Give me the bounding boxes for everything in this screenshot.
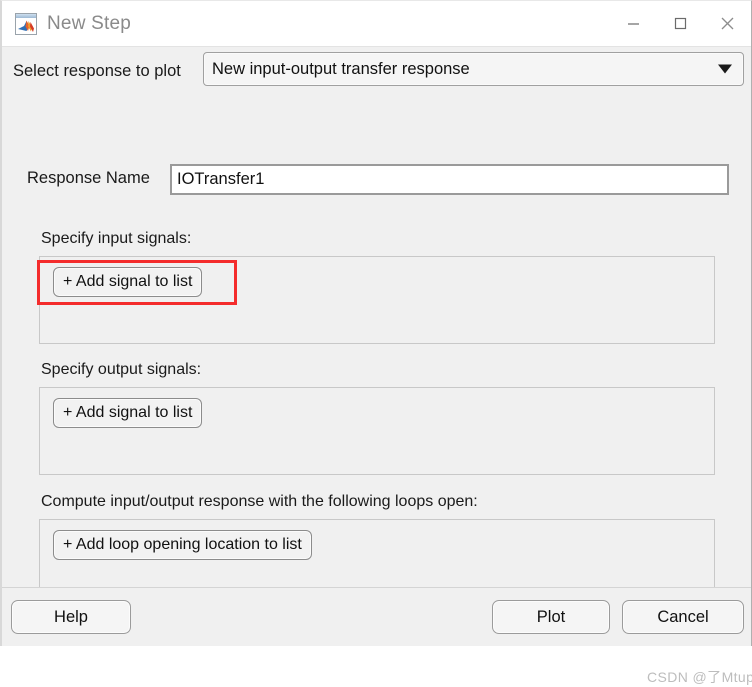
add-input-signal-button[interactable]: + Add signal to list — [53, 267, 203, 297]
cancel-button[interactable]: Cancel — [622, 600, 744, 634]
input-signals-label: Specify input signals: — [41, 230, 192, 247]
watermark: CSDN @了Mtup — [647, 669, 752, 685]
chevron-down-icon — [718, 64, 732, 74]
maximize-icon[interactable] — [657, 1, 704, 46]
response-name-value: IOTransfer1 — [177, 170, 265, 188]
close-icon[interactable] — [704, 1, 751, 46]
output-signals-label: Specify output signals: — [41, 361, 202, 378]
plot-button[interactable]: Plot — [492, 600, 610, 634]
add-output-signal-button[interactable]: + Add signal to list — [53, 398, 203, 428]
new-step-dialog: New Step Select response to plot New inp… — [0, 0, 752, 685]
minimize-icon[interactable] — [610, 1, 657, 46]
input-signals-list[interactable]: + Add signal to list — [39, 256, 715, 344]
help-button[interactable]: Help — [11, 600, 131, 634]
output-signals-list[interactable]: + Add signal to list — [39, 387, 715, 475]
title-bar: New Step — [2, 1, 751, 47]
select-response-label: Select response to plot — [13, 61, 181, 80]
matlab-logo-icon — [15, 12, 37, 35]
window-title: New Step — [47, 12, 131, 34]
window-controls — [610, 1, 751, 46]
response-type-value: New input-output transfer response — [212, 59, 470, 78]
add-loop-opening-button[interactable]: + Add loop opening location to list — [53, 530, 312, 560]
response-type-dropdown[interactable]: New input-output transfer response — [203, 52, 744, 86]
dialog-body: Select response to plot New input-output… — [2, 47, 752, 685]
response-name-label: Response Name — [27, 169, 150, 187]
dialog-footer: Help Plot Cancel — [2, 587, 751, 646]
loop-openings-label: Compute input/output response with the f… — [41, 493, 478, 510]
response-name-input[interactable]: IOTransfer1 — [170, 164, 729, 195]
